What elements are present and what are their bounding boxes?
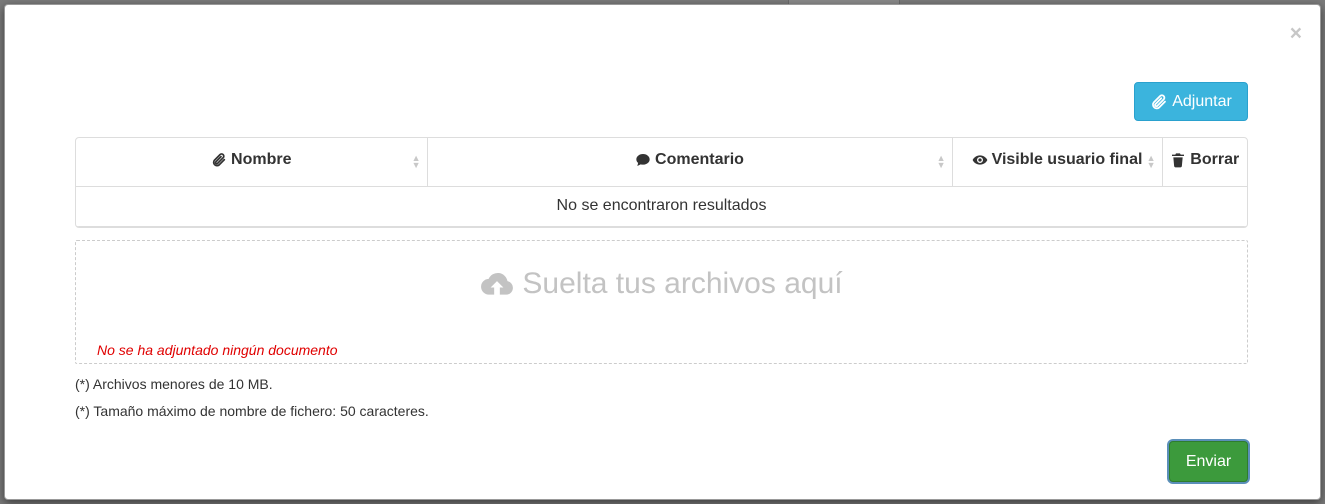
column-label-borrar: Borrar [1190, 150, 1240, 168]
column-label-visible: Visible usuario final [991, 150, 1143, 168]
trash-icon [1172, 153, 1185, 168]
column-header-visible[interactable]: Visible usuario final ▲ ▼ [952, 138, 1163, 187]
attach-button-label: Adjuntar [1172, 92, 1232, 110]
column-header-nombre[interactable]: Nombre ▲ ▼ [76, 138, 428, 187]
comment-icon [636, 153, 650, 166]
eye-icon [972, 155, 987, 165]
filename-length-note: (*) Tamaño máximo de nombre de fichero: … [75, 403, 429, 419]
attach-button[interactable]: Adjuntar [1134, 82, 1248, 121]
column-header-comentario[interactable]: Comentario ▲ ▼ [427, 138, 953, 187]
table-row: No se encontraron resultados [76, 186, 1247, 227]
file-size-note: (*) Archivos menores de 10 MB. [75, 376, 273, 392]
sort-icon[interactable]: ▲ ▼ [412, 153, 421, 169]
column-header-borrar: Borrar [1162, 138, 1247, 187]
dropzone-label: Suelta tus archivos aquí [76, 267, 1247, 301]
table-header-row: Nombre ▲ ▼ Comentario ▲ ▼ Visible usuari… [76, 138, 1247, 187]
cloud-upload-icon [481, 272, 514, 295]
file-dropzone[interactable]: Suelta tus archivos aquí No se ha adjunt… [75, 240, 1248, 364]
dropzone-error-message: No se ha adjuntado ningún documento [97, 342, 338, 358]
column-label-nombre: Nombre [231, 150, 292, 168]
column-label-comentario: Comentario [655, 150, 744, 168]
paperclip-icon [1152, 93, 1167, 109]
sort-icon[interactable]: ▲ ▼ [937, 153, 946, 169]
attachments-modal: × Adjuntar Nombre ▲ ▼ Comentario ▲ ▼ Vis… [4, 4, 1321, 500]
paperclip-icon [212, 152, 226, 167]
background-bottom-strip [0, 500, 1325, 504]
table-empty-message: No se encontraron resultados [76, 186, 1247, 227]
dropzone-text: Suelta tus archivos aquí [522, 267, 843, 300]
close-button[interactable]: × [1290, 23, 1302, 44]
attachments-table: Nombre ▲ ▼ Comentario ▲ ▼ Visible usuari… [75, 137, 1248, 228]
send-button[interactable]: Enviar [1169, 441, 1248, 482]
sort-icon[interactable]: ▲ ▼ [1147, 153, 1156, 169]
